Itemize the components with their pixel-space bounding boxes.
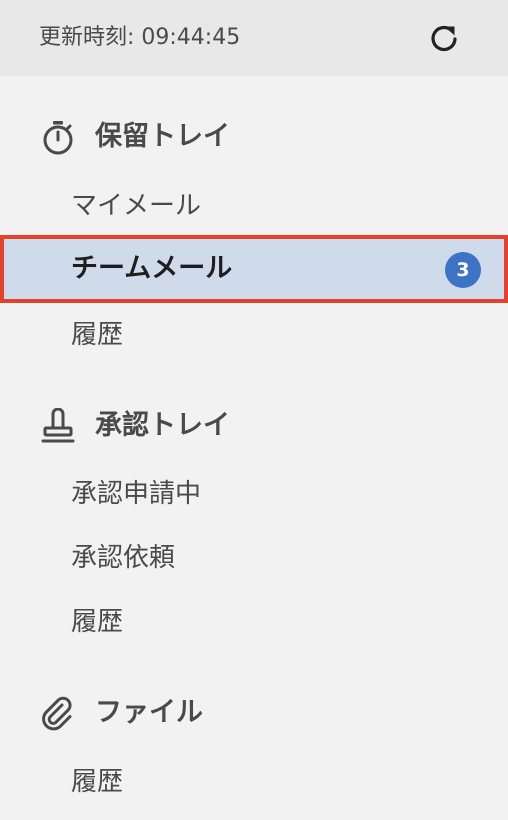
refresh-button[interactable]	[424, 18, 466, 60]
sidebar-item-label: マイメール	[71, 191, 202, 221]
sidebar-item-approval-request[interactable]: 承認依頼	[0, 526, 508, 590]
sidebar-item-hold-history[interactable]: 履歴	[0, 303, 508, 367]
sidebar-item-approval-requested[interactable]: 承認申請中	[0, 462, 508, 526]
section-header-hold-tray: 保留トレイ	[0, 115, 508, 159]
section-header-approval-tray: 承認トレイ	[0, 404, 508, 448]
sidebar-item-label: 承認依頼	[71, 543, 176, 573]
sidebar-item-label: チームメール	[71, 253, 233, 284]
sidebar-item-label: 履歴	[71, 607, 124, 637]
count-badge: 3	[445, 252, 481, 288]
refresh-icon	[431, 25, 457, 52]
sidebar-item-approval-history[interactable]: 履歴	[0, 590, 508, 654]
paperclip-icon	[40, 695, 76, 731]
updated-time-text: 更新時刻: 09:44:45	[39, 25, 241, 50]
sidebar-item-label: 履歴	[71, 320, 124, 350]
section-title-approval-tray: 承認トレイ	[95, 410, 230, 441]
sidebar-item-label: 履歴	[71, 767, 124, 797]
section-title-hold-tray: 保留トレイ	[95, 121, 230, 152]
header-bar: 更新時刻: 09:44:45	[0, 0, 508, 76]
sidebar-item-my-mail[interactable]: マイメール	[0, 174, 508, 238]
sidebar-item-label: 承認申請中	[71, 479, 202, 509]
section-header-files: ファイル	[0, 691, 508, 735]
stopwatch-icon	[40, 119, 76, 155]
section-title-files: ファイル	[95, 697, 203, 728]
sidebar-item-team-mail[interactable]: チームメール 3	[0, 235, 508, 303]
stamp-icon	[40, 408, 76, 444]
sidebar-item-file-history[interactable]: 履歴	[0, 750, 508, 814]
